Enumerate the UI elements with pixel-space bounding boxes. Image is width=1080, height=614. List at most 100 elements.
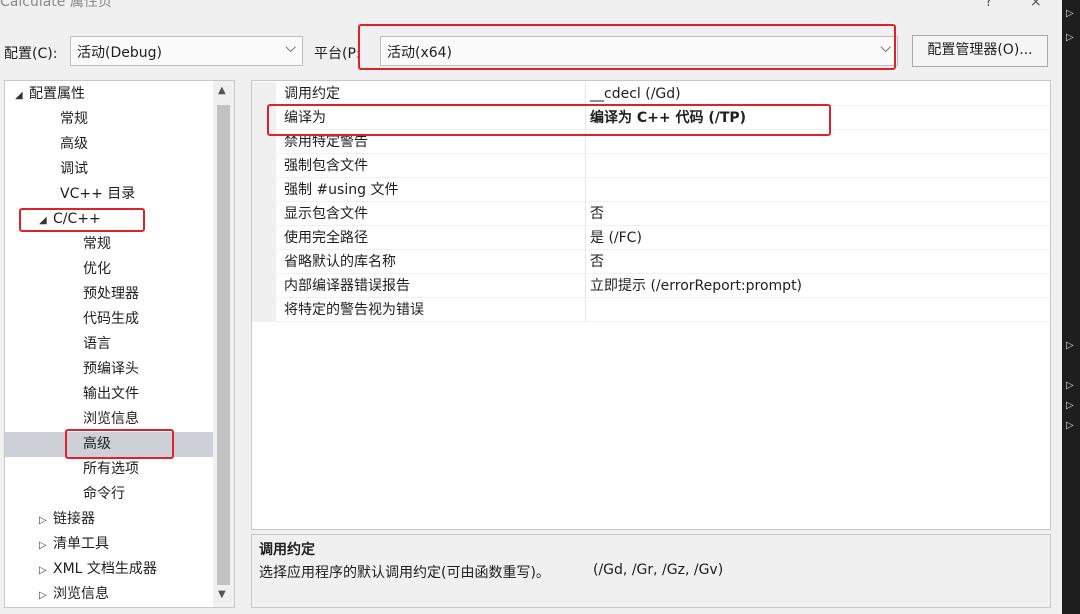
tree-node-label: 清单工具	[53, 536, 109, 552]
tree-node-3[interactable]: VC++ 目录	[60, 182, 135, 207]
property-row[interactable]: 内部编译器错误报告 立即提示 (/errorReport:prompt)	[252, 274, 1050, 298]
row-divider	[276, 321, 1050, 322]
column-separator	[585, 154, 586, 178]
tree-node-cpp-9[interactable]: 所有选项	[83, 457, 139, 482]
window-title: Calculate 属性页	[0, 0, 112, 10]
row-gutter	[252, 178, 276, 202]
tree-node-cpp-0[interactable]: 常规	[83, 232, 111, 257]
row-gutter	[252, 226, 276, 250]
expand-arrow-icon: ▷	[1066, 380, 1074, 391]
tree-node-cpp-1[interactable]: 优化	[83, 257, 111, 282]
tree-node-label: 常规	[60, 111, 88, 127]
collapse-triangle-icon: ◢	[15, 90, 23, 101]
row-gutter	[252, 250, 276, 274]
property-grid: 调用约定 __cdecl (/Gd) 编译为 编译为 C++ 代码 (/TP) 禁用特定…	[251, 80, 1051, 530]
column-separator	[585, 202, 586, 226]
row-gutter	[252, 298, 276, 322]
description-text: 选择应用程序的默认调用约定(可由函数重写)。	[259, 565, 550, 581]
config-manager-button[interactable]: 配置管理器(O)...	[912, 35, 1048, 67]
expand-arrow-icon: ▷	[1066, 420, 1074, 431]
tree-node-label: 所有选项	[83, 461, 139, 477]
config-label: 配置(C):	[4, 46, 58, 62]
property-row[interactable]: 使用完全路径 是 (/FC)	[252, 226, 1050, 250]
platform-label: 平台(P:	[314, 46, 361, 62]
scrollbar-thumb[interactable]	[217, 105, 230, 585]
tree-node-label: 输出文件	[83, 386, 139, 402]
property-row[interactable]: 将特定的警告视为错误	[252, 298, 1050, 322]
property-row[interactable]: 强制包含文件	[252, 154, 1050, 178]
property-row[interactable]: 显示包含文件 否	[252, 202, 1050, 226]
tree-node-1[interactable]: 高级	[60, 132, 88, 157]
tree-node-label: 调试	[60, 161, 88, 177]
tree-node-cpp-3[interactable]: 代码生成	[83, 307, 139, 332]
description-panel: 调用约定 选择应用程序的默认调用约定(可由函数重写)。 (/Gd, /Gr, /…	[251, 534, 1051, 608]
background-ide-strip: ▷ ▷ ▷ ▷ ▷ ▷	[1062, 0, 1080, 614]
expand-triangle-icon: ▷	[39, 540, 47, 551]
tree-scrollbar[interactable]: ▲ ▼	[213, 81, 234, 607]
property-value: __cdecl (/Gd)	[590, 86, 681, 102]
property-name: 将特定的警告视为错误	[284, 302, 424, 318]
row-gutter	[252, 202, 276, 226]
tree-node-label: 高级	[60, 136, 88, 152]
close-button[interactable]: ×	[1030, 0, 1042, 10]
property-name: 内部编译器错误报告	[284, 278, 410, 294]
tree-node-cpp-4[interactable]: 语言	[83, 332, 111, 357]
column-separator	[585, 298, 586, 322]
property-name: 调用约定	[284, 86, 340, 102]
tree-node-label: 代码生成	[83, 311, 139, 327]
tree-node-label: 预编译头	[83, 361, 139, 377]
tree-node-other-1[interactable]: ▷ 清单工具	[39, 532, 109, 557]
tree-node-2[interactable]: 调试	[60, 157, 88, 182]
column-separator	[585, 250, 586, 274]
property-name: 强制 #using 文件	[284, 182, 399, 198]
description-title: 调用约定	[259, 542, 315, 558]
property-name: 省略默认的库名称	[284, 254, 396, 270]
tree-node-label: 预处理器	[83, 286, 139, 302]
property-value: 否	[590, 254, 604, 270]
tree-node-label: 语言	[83, 336, 111, 352]
expand-arrow-icon: ▷	[1066, 340, 1074, 351]
tree-node-0[interactable]: 常规	[60, 107, 88, 132]
row-gutter	[252, 82, 276, 106]
help-button[interactable]: ?	[985, 0, 992, 10]
tree-node-other-2[interactable]: ▷ XML 文档生成器	[39, 557, 157, 582]
property-name: 强制包含文件	[284, 158, 368, 174]
property-tree: ◢ 配置属性 常规 高级 调试 VC++ 目录 ◢ C/C++ 常规 优化 预处理器 代码生成语…	[4, 80, 235, 608]
row-gutter	[252, 154, 276, 178]
highlight-box-advanced	[65, 429, 174, 459]
scroll-down-arrow-icon[interactable]: ▼	[218, 589, 226, 600]
property-name: 使用完全路径	[284, 230, 368, 246]
tree-node-cpp-5[interactable]: 预编译头	[83, 357, 139, 382]
property-row[interactable]: 强制 #using 文件	[252, 178, 1050, 202]
tree-node-label: 优化	[83, 261, 111, 277]
tree-node-label: 浏览信息	[53, 586, 109, 602]
config-combo[interactable]: 活动(Debug) ⌵	[70, 36, 303, 66]
expand-triangle-icon: ▷	[39, 515, 47, 526]
tree-node-other-0[interactable]: ▷ 链接器	[39, 507, 95, 532]
highlight-box-cpp	[19, 208, 145, 232]
tree-node-label: 命令行	[83, 486, 125, 502]
highlight-box-compile-as	[267, 104, 831, 136]
chevron-down-icon: ⌵	[285, 40, 296, 56]
tree-node-label: 链接器	[53, 511, 95, 527]
column-separator	[585, 274, 586, 298]
tree-node-cpp-2[interactable]: 预处理器	[83, 282, 139, 307]
property-row[interactable]: 调用约定 __cdecl (/Gd)	[252, 82, 1050, 106]
expand-triangle-icon: ▷	[39, 565, 47, 576]
tree-node-config-properties[interactable]: ◢ 配置属性	[15, 82, 85, 107]
tree-node-label: XML 文档生成器	[53, 561, 157, 577]
property-name: 显示包含文件	[284, 206, 368, 222]
tree-node-other-3[interactable]: ▷ 浏览信息	[39, 582, 109, 607]
tree-node-cpp-6[interactable]: 输出文件	[83, 382, 139, 407]
expand-triangle-icon: ▷	[39, 590, 47, 601]
tree-node-cpp-10[interactable]: 命令行	[83, 482, 125, 507]
scroll-up-arrow-icon[interactable]: ▲	[218, 85, 226, 96]
config-value: 活动(Debug)	[77, 45, 162, 61]
column-separator	[585, 178, 586, 202]
description-values: (/Gd, /Gr, /Gz, /Gv)	[593, 562, 724, 578]
column-separator	[585, 82, 586, 106]
expand-arrow-icon: ▷	[1066, 8, 1074, 19]
tree-node-label: 常规	[83, 236, 111, 252]
property-row[interactable]: 省略默认的库名称 否	[252, 250, 1050, 274]
expand-arrow-icon: ▷	[1066, 32, 1074, 43]
